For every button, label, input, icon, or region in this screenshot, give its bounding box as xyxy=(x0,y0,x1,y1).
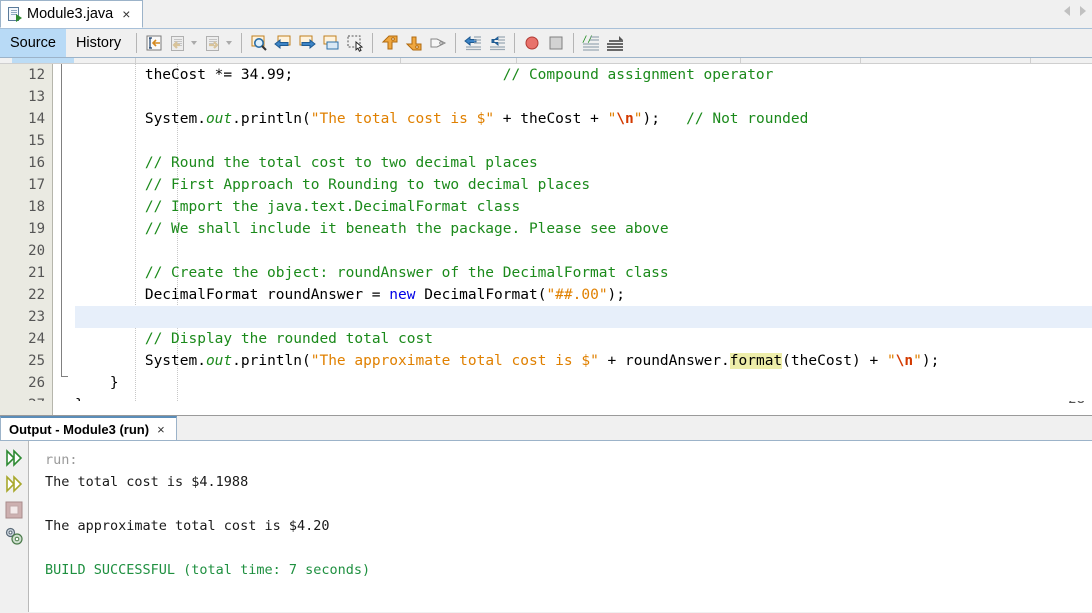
close-icon[interactable]: × xyxy=(122,7,130,21)
code-line[interactable]: // Round the total cost to two decimal p… xyxy=(75,152,1092,174)
up-arrow-tag-icon[interactable] xyxy=(380,33,400,53)
code-editor[interactable]: 12131415161718192021222324252627 theCost… xyxy=(0,58,1092,415)
output-tab-bar: Output - Module3 (run) × xyxy=(0,416,1092,441)
output-text[interactable]: run: The total cost is $4.1988 The approx… xyxy=(29,441,1092,612)
comment-icon[interactable]: // xyxy=(581,33,601,53)
netbeans-window: Module3.java × Source History // 12 13 1… xyxy=(0,0,1092,613)
line-number: 15 xyxy=(28,133,45,149)
cursor-bracket-icon[interactable] xyxy=(144,33,164,53)
code-line[interactable]: System.out.println("The approximate tota… xyxy=(75,350,1092,372)
tab-history[interactable]: History xyxy=(66,29,131,57)
chevron-down-icon-2[interactable] xyxy=(226,41,233,45)
chevron-down-icon[interactable] xyxy=(191,41,198,45)
code-line[interactable]: // We shall include it beneath the packa… xyxy=(75,218,1092,240)
gray-square-icon[interactable] xyxy=(546,33,566,53)
code-line[interactable]: // First Approach to Rounding to two dec… xyxy=(75,174,1092,196)
code-line[interactable] xyxy=(75,306,1092,328)
tag-icon[interactable] xyxy=(428,33,448,53)
next-line-number: 28 xyxy=(1068,401,1085,407)
file-tab-label: Module3.java xyxy=(27,5,114,22)
code-line[interactable]: // Import the java.text.DecimalFormat cl… xyxy=(75,196,1092,218)
output-body: run: The total cost is $4.1988 The approx… xyxy=(0,441,1092,612)
output-line: The total cost is $4.1988 xyxy=(45,474,249,490)
toolbar-divider-4 xyxy=(455,33,457,53)
line-number: 12 xyxy=(28,67,45,83)
editor-clipped-last-line: 28 xyxy=(0,401,1092,415)
left-arrow-box-icon[interactable] xyxy=(273,33,293,53)
line-number: 18 xyxy=(28,199,45,215)
output-line: BUILD SUCCESSFUL (total time: 7 seconds) xyxy=(45,562,371,578)
line-number: 13 xyxy=(28,89,45,105)
output-side-toolbar xyxy=(0,441,29,612)
editor-tab-bar: Module3.java × xyxy=(0,0,1092,29)
line-number: 22 xyxy=(28,287,45,303)
stop-square-icon[interactable] xyxy=(3,499,25,521)
code-text-area[interactable]: theCost *= 34.99; // Compound assignment… xyxy=(75,64,1092,401)
shift-left-icon[interactable] xyxy=(463,33,483,53)
code-line[interactable]: // Create the object: roundAnswer of the… xyxy=(75,262,1092,284)
output-tab-label: Output - Module3 (run) xyxy=(9,421,150,437)
gears-icon[interactable] xyxy=(3,525,25,547)
line-number: 21 xyxy=(28,265,45,281)
code-line[interactable] xyxy=(75,130,1092,152)
scrollbar-thumb[interactable] xyxy=(12,58,74,63)
toolbar-divider-6 xyxy=(573,33,575,53)
code-line[interactable]: // Display the rounded total cost xyxy=(75,328,1092,350)
line-number: 26 xyxy=(28,375,45,391)
tab-source[interactable]: Source xyxy=(0,29,66,57)
code-line[interactable] xyxy=(75,240,1092,262)
code-line[interactable]: System.out.println("The total cost is $"… xyxy=(75,108,1092,130)
scroll-tabs-right-icon[interactable] xyxy=(1080,6,1086,16)
line-number: 20 xyxy=(28,243,45,259)
output-tab-module3-run[interactable]: Output - Module3 (run) × xyxy=(0,416,177,441)
code-line[interactable] xyxy=(75,86,1092,108)
uncomment-icon[interactable] xyxy=(605,33,625,53)
output-window: Output - Module3 (run) × run: The total … xyxy=(0,415,1092,613)
code-line[interactable]: } xyxy=(75,372,1092,394)
file-tab-module3-java[interactable]: Module3.java × xyxy=(0,0,143,28)
line-number: 19 xyxy=(28,221,45,237)
close-icon[interactable]: × xyxy=(157,422,165,437)
doc-right-arrow-icon[interactable] xyxy=(203,33,223,53)
code-fold-bar[interactable] xyxy=(53,64,75,401)
toolbar-divider xyxy=(136,33,138,53)
line-number: 25 xyxy=(28,353,45,369)
highlight-box-icon[interactable] xyxy=(321,33,341,53)
magnifier-icon[interactable] xyxy=(249,33,269,53)
editor-toolbar: Source History // xyxy=(0,29,1092,58)
down-arrow-tag-icon[interactable] xyxy=(404,33,424,53)
line-number: 17 xyxy=(28,177,45,193)
code-line[interactable]: theCost *= 34.99; // Compound assignment… xyxy=(75,64,1092,86)
line-number: 24 xyxy=(28,331,45,347)
output-line: run: xyxy=(45,452,78,468)
shift-right-icon[interactable] xyxy=(487,33,507,53)
output-line: The approximate total cost is $4.20 xyxy=(45,518,330,534)
red-circle-icon[interactable] xyxy=(522,33,542,53)
scroll-tabs-left-icon[interactable] xyxy=(1064,6,1070,16)
olive-double-arrow-icon[interactable] xyxy=(3,473,25,495)
line-number: 16 xyxy=(28,155,45,171)
doc-left-arrow-icon[interactable] xyxy=(168,33,188,53)
toolbar-divider-3 xyxy=(372,33,374,53)
toolbar-divider-2 xyxy=(241,33,243,53)
code-line[interactable]: } xyxy=(75,394,1092,401)
toolbar-divider-5 xyxy=(514,33,516,53)
java-file-icon xyxy=(8,6,22,22)
green-double-arrow-icon[interactable] xyxy=(3,447,25,469)
right-arrow-box-icon[interactable] xyxy=(297,33,317,53)
code-line[interactable]: DecimalFormat roundAnswer = new DecimalF… xyxy=(75,284,1092,306)
dotted-rect-cursor-icon[interactable] xyxy=(345,33,365,53)
line-number: 14 xyxy=(28,111,45,127)
line-number-gutter: 12131415161718192021222324252627 xyxy=(0,64,53,413)
tab-scroll-controls xyxy=(1064,6,1086,16)
line-number: 23 xyxy=(28,309,45,325)
